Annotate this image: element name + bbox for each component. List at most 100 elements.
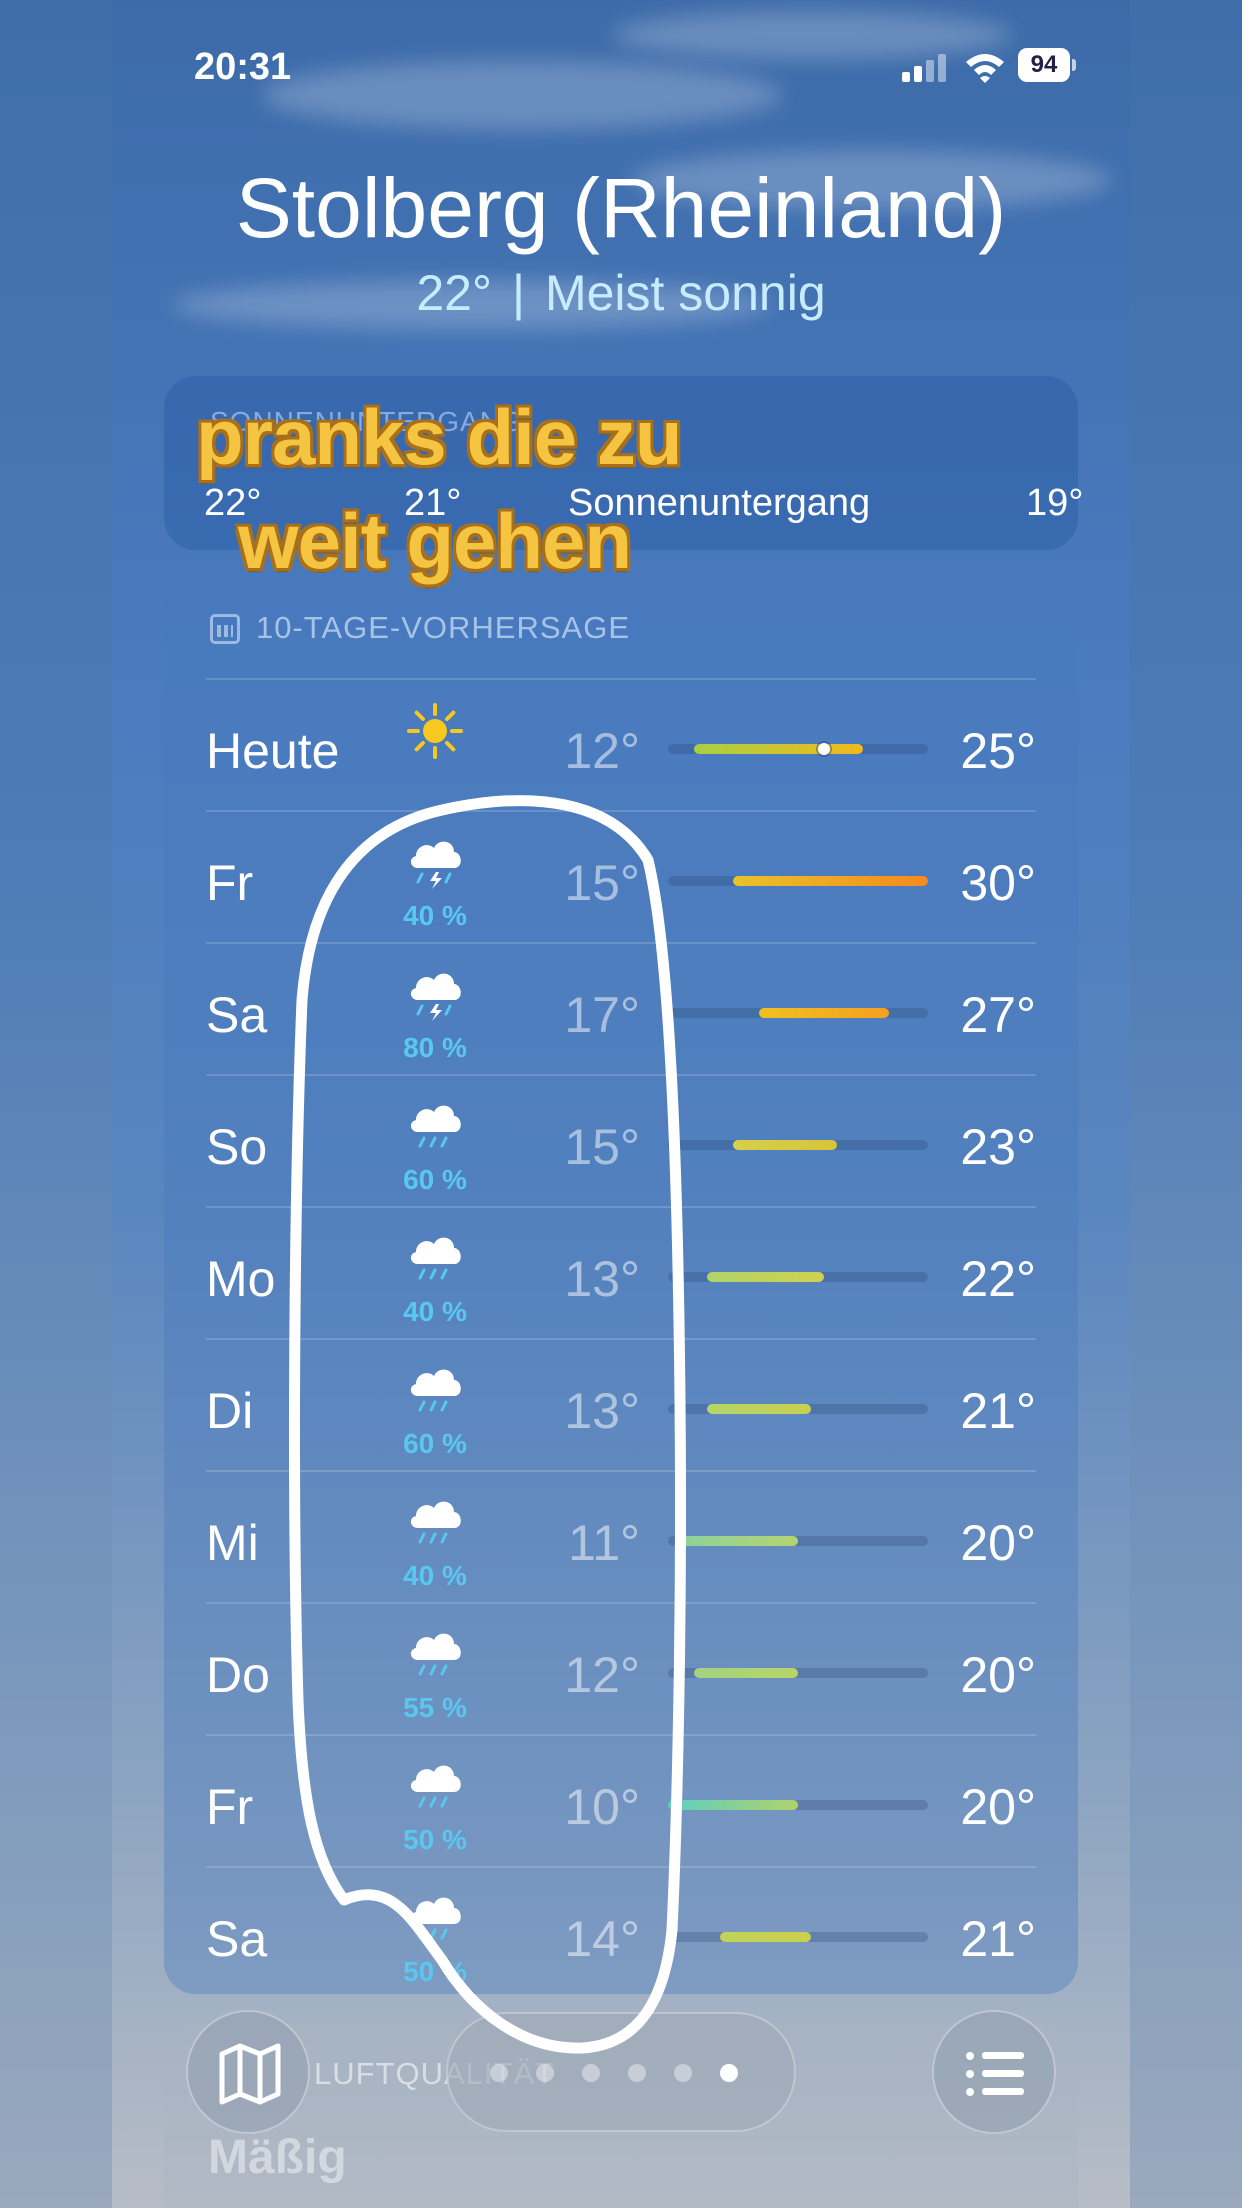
- temperature-range-fill: [720, 1932, 811, 1942]
- ten-day-forecast-card[interactable]: 10-TAGE-VORHERSAGE Heute 12° 25° Fr 40 % 15° 3…: [164, 580, 1078, 1994]
- page-dot[interactable]: [628, 2064, 646, 2082]
- rain-icon: [410, 1105, 461, 1148]
- precipitation-chance: 55 %: [403, 1692, 467, 1723]
- forecast-low: 15°: [564, 855, 640, 911]
- temperature-range-fill: [668, 1800, 798, 1810]
- cellular-signal-icon: [902, 54, 946, 82]
- temperature-range-bar: [668, 1932, 928, 1942]
- forecast-condition: 60 %: [398, 1096, 472, 1195]
- current-temperature-marker: [818, 743, 830, 755]
- temperature-range-fill: [694, 744, 863, 754]
- forecast-row[interactable]: Mo 40 % 13° 22°: [206, 1206, 1036, 1340]
- page-dot[interactable]: [582, 2064, 600, 2082]
- forecast-low: 11°: [568, 1515, 640, 1571]
- temperature-range-bar: [668, 1008, 928, 1018]
- locations-list-button[interactable]: [932, 2010, 1056, 2134]
- forecast-day: Mo: [206, 1251, 276, 1307]
- page-indicator[interactable]: [446, 2012, 796, 2132]
- status-bar: 20:31 94: [112, 40, 1130, 90]
- background-left: [0, 0, 112, 2208]
- forecast-condition: 55 %: [398, 1624, 472, 1723]
- forecast-row[interactable]: Do 55 % 12° 20°: [206, 1602, 1036, 1736]
- status-time: 20:31: [194, 46, 292, 88]
- forecast-day: Sa: [206, 987, 268, 1043]
- forecast-high: 22°: [960, 1251, 1036, 1307]
- forecast-condition: 60 %: [398, 1360, 472, 1459]
- forecast-high: 20°: [960, 1779, 1036, 1835]
- forecast-high: 30°: [960, 855, 1036, 911]
- forecast-condition: 40 %: [398, 1492, 472, 1591]
- temperature-range-fill: [733, 1140, 837, 1150]
- temperature-range-fill: [759, 1008, 889, 1018]
- forecast-day: Sa: [206, 1911, 268, 1967]
- temperature-range-fill: [733, 876, 928, 886]
- precipitation-chance: 40 %: [403, 900, 467, 931]
- forecast-low: 12°: [564, 1647, 640, 1703]
- forecast-low: 15°: [564, 1119, 640, 1175]
- page-dot[interactable]: [490, 2064, 508, 2082]
- background-right: [1130, 0, 1242, 2208]
- rain-icon: [410, 1897, 461, 1940]
- forecast-high: 20°: [960, 1515, 1036, 1571]
- hourly-temp: 19°: [1026, 482, 1084, 524]
- forecast-day: Fr: [206, 1779, 254, 1835]
- forecast-row[interactable]: So 60 % 15° 23°: [206, 1074, 1036, 1208]
- city-name: Stolberg (Rheinland): [235, 161, 1007, 255]
- precipitation-chance: 80 %: [403, 1032, 467, 1063]
- overlay-caption-line2: weit gehen: [238, 497, 632, 585]
- air-quality-value: Mäßig: [208, 2131, 347, 2184]
- forecast-high: 25°: [960, 723, 1036, 779]
- map-button[interactable]: [186, 2010, 310, 2134]
- forecast-low: 13°: [564, 1251, 640, 1307]
- temperature-range-bar: [668, 1536, 928, 1546]
- forecast-day: Di: [206, 1383, 254, 1439]
- current-condition: Meist sonnig: [544, 265, 826, 321]
- temperature-range-fill: [694, 1668, 798, 1678]
- forecast-low: 12°: [564, 723, 640, 779]
- forecast-low: 17°: [564, 987, 640, 1043]
- page-dot[interactable]: [674, 2064, 692, 2082]
- forecast-condition: 40 %: [398, 832, 472, 931]
- rain-icon: [410, 1501, 461, 1544]
- page-dot[interactable]: [536, 2064, 554, 2082]
- forecast-high: 20°: [960, 1647, 1036, 1703]
- forecast-header-label: 10-TAGE-VORHERSAGE: [256, 610, 631, 645]
- forecast-low: 10°: [564, 1779, 640, 1835]
- temperature-range-bar: [668, 1668, 928, 1678]
- sun-icon: [407, 703, 463, 759]
- summary-separator: |: [511, 265, 525, 321]
- temperature-range-bar: [668, 743, 928, 755]
- wifi-icon: [966, 54, 1004, 83]
- weather-screen: 20:31 94 Stolberg (Rheinland) 22° | Meist …: [112, 0, 1130, 2208]
- precipitation-chance: 60 %: [403, 1428, 467, 1459]
- forecast-day: Fr: [206, 855, 254, 911]
- forecast-row[interactable]: Di 60 % 13° 21°: [206, 1338, 1036, 1472]
- forecast-high: 21°: [960, 1383, 1036, 1439]
- thunderstorm-icon: [410, 841, 461, 889]
- temperature-range-bar: [668, 1140, 928, 1150]
- battery-icon: 94: [1018, 48, 1076, 82]
- forecast-row[interactable]: Mi 40 % 11° 20°: [206, 1470, 1036, 1604]
- forecast-high: 23°: [960, 1119, 1036, 1175]
- forecast-day: Heute: [206, 723, 340, 779]
- forecast-row[interactable]: Fr 40 % 15° 30°: [206, 810, 1036, 944]
- precipitation-chance: 60 %: [403, 1164, 467, 1195]
- forecast-row[interactable]: Sa 80 % 17° 27°: [206, 942, 1036, 1076]
- overlay-caption-line1: pranks die zu: [196, 393, 682, 481]
- precipitation-chance: 40 %: [403, 1296, 467, 1327]
- forecast-row[interactable]: Fr 50 % 10° 20°: [206, 1734, 1036, 1868]
- thunderstorm-icon: [410, 973, 461, 1021]
- temperature-range-bar: [668, 1272, 928, 1282]
- rain-icon: [410, 1369, 461, 1412]
- page-dot[interactable]: [720, 2064, 738, 2082]
- forecast-day: Mi: [206, 1515, 259, 1571]
- current-summary: 22° | Meist sonnig: [112, 264, 1130, 322]
- temperature-range-fill: [707, 1404, 811, 1414]
- precipitation-chance: 50 %: [403, 1824, 467, 1855]
- forecast-row[interactable]: Sa 50 % 14° 21°: [206, 1866, 1036, 2000]
- rain-icon: [410, 1633, 461, 1676]
- map-icon: [219, 2043, 281, 2105]
- forecast-condition: [398, 700, 472, 790]
- temperature-range-bar: [668, 876, 928, 886]
- forecast-row[interactable]: Heute 12° 25°: [206, 678, 1036, 812]
